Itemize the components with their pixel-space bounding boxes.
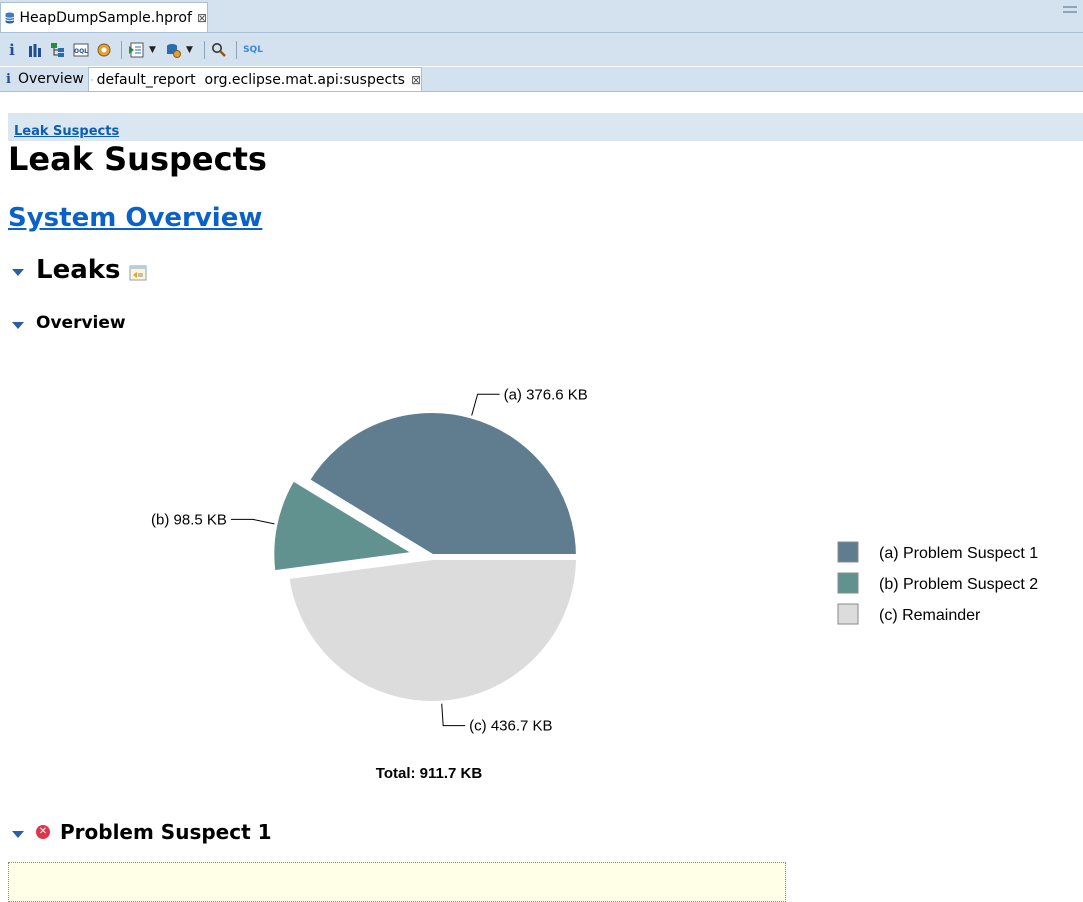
pie-leader-line xyxy=(441,703,466,727)
details-icon[interactable] xyxy=(129,265,147,281)
legend-label: (a) Problem Suspect 1 xyxy=(879,545,1038,562)
close-icon[interactable]: ⊠ xyxy=(197,11,207,25)
legend-label: (b) Problem Suspect 2 xyxy=(879,576,1038,593)
toolbar-separator xyxy=(204,40,205,59)
search-icon[interactable] xyxy=(209,39,229,61)
legend-swatch xyxy=(837,541,859,563)
problem-suspect-1-header[interactable]: ✕ Problem Suspect 1 xyxy=(12,820,272,844)
collapse-icon[interactable] xyxy=(12,321,24,329)
toolbar-separator xyxy=(236,40,237,59)
info-icon[interactable]: i xyxy=(2,39,22,61)
collapse-icon[interactable] xyxy=(12,268,24,276)
overview-heading: Overview xyxy=(36,313,126,333)
problem-suspect-description xyxy=(8,862,786,902)
oql-icon[interactable]: OQL xyxy=(71,39,91,61)
heap-dump-icon xyxy=(5,12,15,23)
tab-overview[interactable]: i Overview xyxy=(0,67,88,91)
editor-sub-tabs: i Overview default_report org.eclipse.ma… xyxy=(0,67,1083,92)
pie-leader-line xyxy=(471,393,500,416)
editor-tab-title: HeapDumpSample.hprof xyxy=(19,9,192,26)
close-icon[interactable]: ⊠ xyxy=(411,73,421,87)
info-icon: i xyxy=(6,71,11,87)
page-title: Leak Suspects xyxy=(8,140,267,178)
sql-label: SQL xyxy=(243,44,263,55)
leak-suspects-pie-chart: (a) 376.6 KB (b) 98.5 KB (c) 436.7 KB Total… xyxy=(151,386,1038,782)
sql-icon[interactable]: SQL xyxy=(241,39,265,61)
legend-swatch xyxy=(837,603,859,625)
system-overview-link[interactable]: System Overview xyxy=(8,203,262,233)
maximize-icon[interactable] xyxy=(1063,6,1077,13)
tab-default-report-label: default_report org.eclipse.mat.api:suspe… xyxy=(96,71,405,88)
pie-slice-label: (c) 436.7 KB xyxy=(469,718,552,735)
editor-tab-strip: HeapDumpSample.hprof ⊠ xyxy=(0,0,1083,33)
collapse-icon[interactable] xyxy=(12,830,24,838)
tab-default-report[interactable]: default_report org.eclipse.mat.api:suspe… xyxy=(88,67,422,91)
breadcrumb-link-leak-suspects[interactable]: Leak Suspects xyxy=(14,124,119,139)
breadcrumb: Leak Suspects xyxy=(8,113,1083,141)
editor-tab-heapdump[interactable]: HeapDumpSample.hprof ⊠ xyxy=(0,2,208,32)
report-icon xyxy=(91,78,93,81)
reports-icon[interactable] xyxy=(126,39,146,61)
chart-total-label: Total: 911.7 KB xyxy=(376,765,483,782)
leaks-section-header[interactable]: Leaks xyxy=(12,255,147,285)
pie-slice-label: (b) 98.5 KB xyxy=(151,511,227,528)
dominator-tree-icon[interactable] xyxy=(48,39,68,61)
query-browser-icon[interactable] xyxy=(163,39,183,61)
histogram-icon[interactable] xyxy=(25,39,45,61)
svg-text:OQL: OQL xyxy=(74,48,88,55)
chevron-down-icon[interactable]: ▼ xyxy=(149,45,159,55)
overview-section-header[interactable]: Overview xyxy=(12,313,126,333)
tab-overview-label: Overview xyxy=(17,71,84,87)
problem-suspect-heading: Problem Suspect 1 xyxy=(60,820,272,844)
pie-slice-label: (a) 376.6 KB xyxy=(504,386,588,403)
legend-label: (c) Remainder xyxy=(879,607,981,624)
error-icon: ✕ xyxy=(36,825,50,839)
toolbar-separator xyxy=(121,40,122,59)
pie-leader-line xyxy=(230,518,275,525)
pie-slice-3 xyxy=(282,554,583,707)
legend-swatch xyxy=(837,572,859,594)
toolbar: i OQL ▼ ▼ SQL xyxy=(0,33,1083,66)
chevron-down-icon[interactable]: ▼ xyxy=(186,45,196,55)
leaks-heading: Leaks xyxy=(36,255,121,285)
heap-dump-overview-icon[interactable] xyxy=(94,39,114,61)
